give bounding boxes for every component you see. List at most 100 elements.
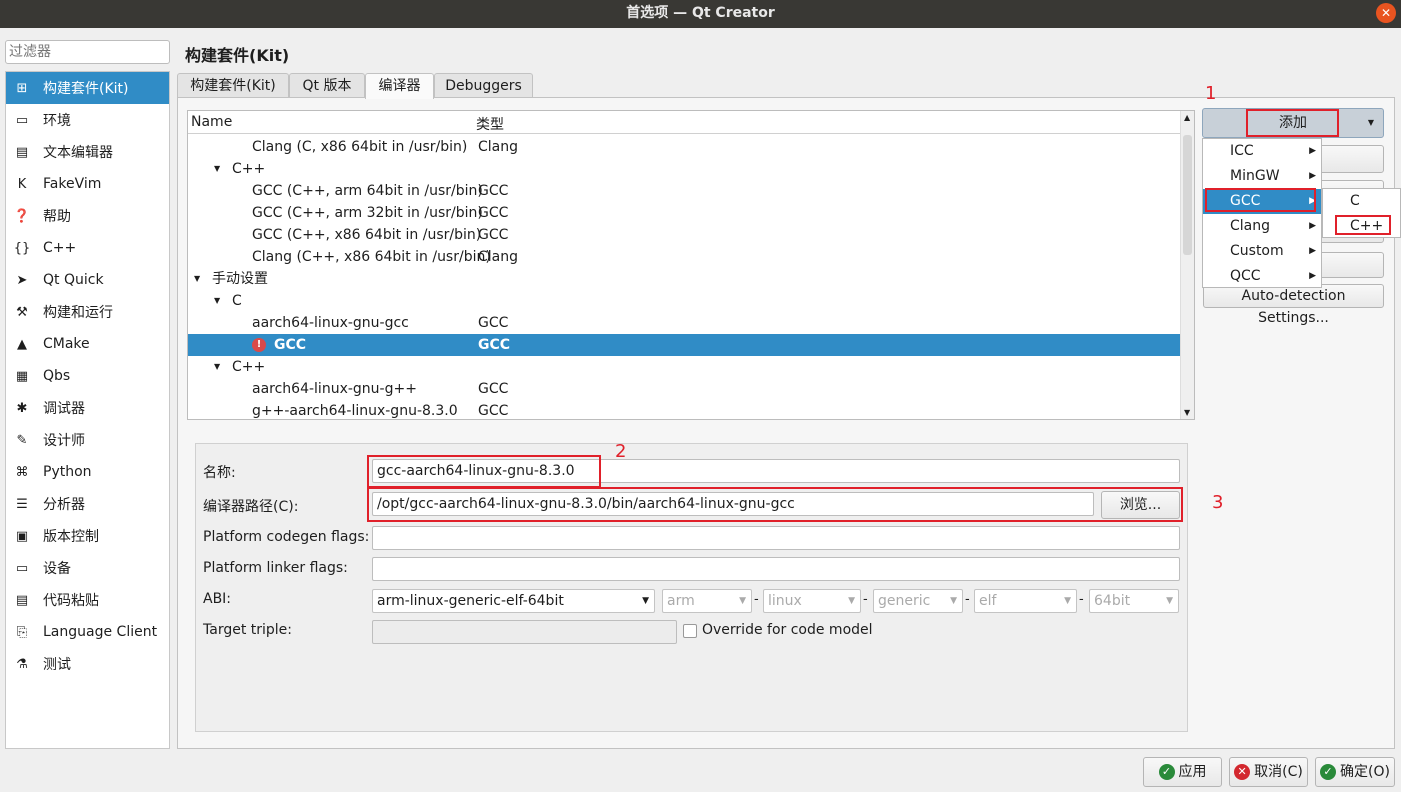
sidebar-item[interactable]: ⚗ 测试: [6, 648, 169, 680]
abi-part-select[interactable]: generic ▼: [873, 589, 963, 613]
override-label: Override for code model: [702, 622, 873, 638]
sidebar-item[interactable]: ✱ 调试器: [6, 392, 169, 424]
linker-flags-label: Platform linker flags:: [203, 560, 348, 576]
sidebar-item[interactable]: ❓ 帮助: [6, 200, 169, 232]
sidebar-item[interactable]: ▭ 设备: [6, 552, 169, 584]
annotation-1: 1: [1205, 83, 1217, 104]
text-editor-icon: ▤: [15, 144, 29, 160]
menu-item-c[interactable]: C: [1323, 189, 1400, 214]
sidebar-item[interactable]: ☰ 分析器: [6, 488, 169, 520]
tree-row[interactable]: g++-aarch64-linux-gnu-8.3.0 GCC: [188, 400, 1181, 419]
tree-row[interactable]: GCC (C++, x86 64bit in /usr/bin) GCC: [188, 224, 1181, 246]
abi-part-select[interactable]: arm ▼: [662, 589, 752, 613]
tree-row[interactable]: ▼ C: [188, 290, 1181, 312]
compiler-name: aarch64-linux-gnu-gcc: [252, 315, 409, 331]
tree-row[interactable]: GCC (C++, arm 64bit in /usr/bin) GCC: [188, 180, 1181, 202]
tree-row[interactable]: aarch64-linux-gnu-gcc GCC: [188, 312, 1181, 334]
close-icon[interactable]: ✕: [1376, 3, 1396, 23]
menu-item[interactable]: GCC ▶: [1203, 189, 1321, 214]
linker-flags-input[interactable]: [372, 557, 1180, 581]
tab-kit[interactable]: 构建套件(Kit): [177, 73, 289, 98]
bug-icon: ✱: [16, 400, 28, 416]
hammer-icon: ⚒: [16, 304, 28, 320]
paste-icon: ▤: [15, 592, 29, 608]
menu-item[interactable]: MinGW ▶: [1203, 164, 1321, 189]
codegen-flags-input[interactable]: [372, 526, 1180, 550]
compiler-path-input[interactable]: /opt/gcc-aarch64-linux-gnu-8.3.0/bin/aar…: [372, 492, 1094, 516]
column-header-type[interactable]: 类型: [476, 114, 504, 134]
menu-item-label: Clang: [1230, 218, 1271, 234]
filter-input[interactable]: [5, 40, 170, 64]
abi-part-value: generic: [878, 593, 931, 609]
compiler-name: Clang (C++, x86 64bit in /usr/bin): [252, 249, 491, 265]
compiler-path-label: 编译器路径(C):: [203, 499, 299, 515]
sidebar-item[interactable]: ⌘ Python: [6, 456, 169, 488]
sidebar-item[interactable]: ▲ CMake: [6, 328, 169, 360]
chevron-down-icon: ▼: [1064, 596, 1071, 606]
tab-debuggers[interactable]: Debuggers: [434, 73, 533, 98]
expand-arrow-icon[interactable]: ▼: [214, 356, 220, 378]
compiler-type: GCC: [478, 337, 511, 353]
compiler-tree[interactable]: Name 类型 Clang (C, x86 64bit in /usr/bin)…: [187, 110, 1195, 420]
cancel-button[interactable]: ✕ 取消(C): [1229, 757, 1308, 787]
sidebar-item[interactable]: {} C++: [6, 232, 169, 264]
apply-button[interactable]: ✓ 应用: [1143, 757, 1222, 787]
tab-compilers[interactable]: 编译器: [365, 73, 434, 99]
abi-select[interactable]: arm-linux-generic-elf-64bit ▼: [372, 589, 655, 613]
window-title: 首选项 — Qt Creator: [626, 5, 775, 21]
menu-item[interactable]: Clang ▶: [1203, 214, 1321, 239]
sidebar-item[interactable]: ▤ 代码粘贴: [6, 584, 169, 616]
menu-item[interactable]: ICC ▶: [1203, 139, 1321, 164]
menu-item[interactable]: QCC ▶: [1203, 264, 1321, 289]
tree-row[interactable]: ! GCC GCC: [188, 334, 1181, 356]
monitor-icon: ▭: [15, 112, 29, 128]
ok-button[interactable]: ✓ 确定(O): [1315, 757, 1395, 787]
scrollbar-thumb[interactable]: [1183, 135, 1192, 255]
abi-part-select[interactable]: linux ▼: [763, 589, 861, 613]
tab-qt-versions[interactable]: Qt 版本: [289, 73, 365, 98]
pencil-icon: ✎: [16, 432, 28, 448]
sidebar-item[interactable]: ▣ 版本控制: [6, 520, 169, 552]
sidebar-item[interactable]: ⚒ 构建和运行: [6, 296, 169, 328]
python-icon: ⌘: [15, 464, 29, 480]
name-input[interactable]: gcc-aarch64-linux-gnu-8.3.0: [372, 459, 1180, 483]
sidebar-item[interactable]: K FakeVim: [6, 168, 169, 200]
browse-button[interactable]: 浏览...: [1101, 491, 1180, 519]
compiler-type: Clang: [478, 139, 519, 155]
menu-item-cpp[interactable]: C++: [1323, 214, 1400, 239]
tree-scrollbar[interactable]: ▲ ▼: [1180, 111, 1194, 419]
sidebar-item[interactable]: ✎ 设计师: [6, 424, 169, 456]
chevron-down-icon[interactable]: ▼: [1368, 109, 1374, 137]
sidebar-item[interactable]: ➤ Qt Quick: [6, 264, 169, 296]
tree-row[interactable]: Clang (C, x86 64bit in /usr/bin) Clang: [188, 136, 1181, 158]
kit-icon: ⊞: [16, 80, 28, 96]
scroll-down-icon[interactable]: ▼: [1184, 408, 1190, 417]
add-button[interactable]: 添加 ▼: [1202, 108, 1384, 138]
expand-arrow-icon[interactable]: ▼: [214, 158, 220, 180]
abi-part-select[interactable]: elf ▼: [974, 589, 1077, 613]
compiler-name: aarch64-linux-gnu-g++: [252, 381, 417, 397]
tree-row[interactable]: ▼ C++: [188, 158, 1181, 180]
abi-part-select[interactable]: 64bit ▼: [1089, 589, 1179, 613]
tree-row[interactable]: aarch64-linux-gnu-g++ GCC: [188, 378, 1181, 400]
tree-row[interactable]: ▼ C++: [188, 356, 1181, 378]
tree-row[interactable]: ▼ 手动设置: [188, 268, 1181, 290]
tree-row[interactable]: GCC (C++, arm 32bit in /usr/bin) GCC: [188, 202, 1181, 224]
column-header-name[interactable]: Name: [191, 114, 232, 130]
target-triple-input[interactable]: [372, 620, 677, 644]
expand-arrow-icon[interactable]: ▼: [214, 290, 220, 312]
sidebar-item[interactable]: ⎘ Language Client: [6, 616, 169, 648]
sidebar-item[interactable]: ▭ 环境: [6, 104, 169, 136]
sidebar-item[interactable]: ⊞ 构建套件(Kit): [6, 72, 169, 104]
sidebar-item-label: 环境: [43, 113, 71, 129]
sidebar-item[interactable]: ▤ 文本编辑器: [6, 136, 169, 168]
menu-item[interactable]: Custom ▶: [1203, 239, 1321, 264]
sidebar-item[interactable]: ▦ Qbs: [6, 360, 169, 392]
sidebar-item-label: 调试器: [43, 401, 85, 417]
tree-row[interactable]: Clang (C++, x86 64bit in /usr/bin) Clang: [188, 246, 1181, 268]
expand-arrow-icon[interactable]: ▼: [194, 268, 200, 290]
override-checkbox[interactable]: [683, 624, 697, 638]
scroll-up-icon[interactable]: ▲: [1184, 113, 1190, 122]
compiler-name: GCC (C++, x86 64bit in /usr/bin): [252, 227, 482, 243]
title-bar: 首选项 — Qt Creator: [0, 0, 1401, 28]
